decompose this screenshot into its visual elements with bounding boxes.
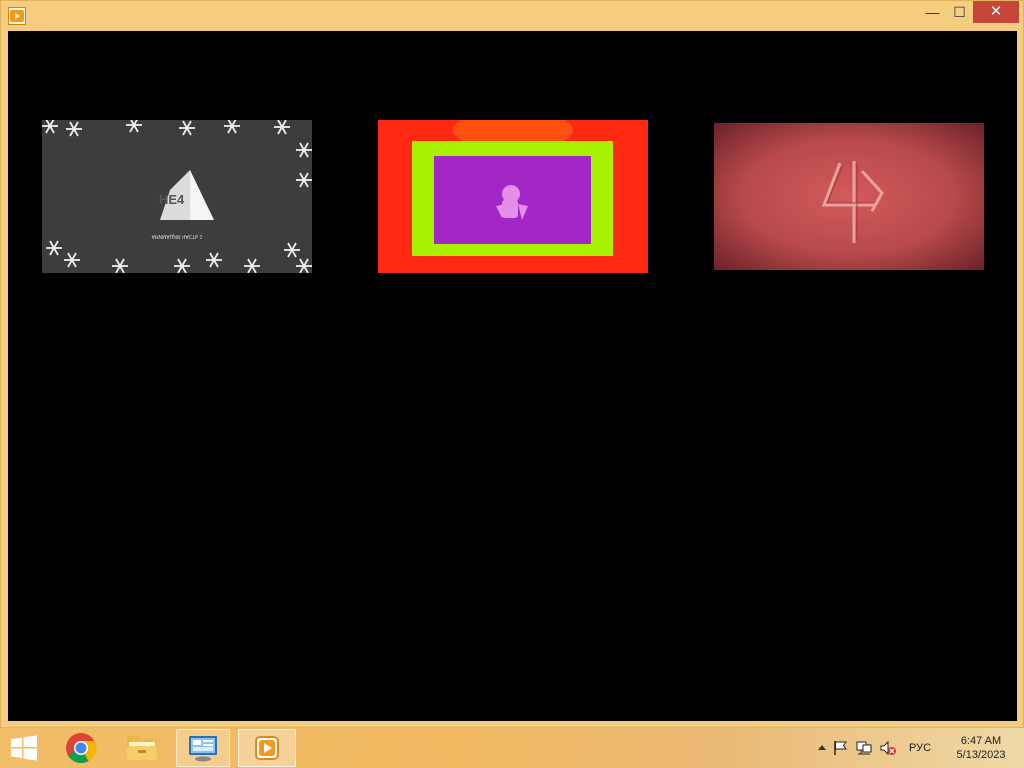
taskbar-remote-desktop[interactable]: [176, 729, 230, 767]
start-button[interactable]: [0, 729, 48, 767]
video-thumbnail-3[interactable]: [714, 123, 984, 270]
system-tray: РУС 6:47 AM 5/13/2023: [809, 728, 1024, 768]
close-button[interactable]: ✕: [973, 1, 1019, 23]
video-thumbnail-1[interactable]: НЕ4 АНИМАЦИЯ ЧАСТЬ 1: [42, 120, 312, 273]
taskbar-media-player[interactable]: [238, 729, 296, 767]
remote-desktop-icon: [189, 736, 217, 762]
maximize-button[interactable]: ☐: [946, 1, 973, 23]
nested-frames-image: [378, 120, 648, 273]
chrome-icon: [66, 733, 97, 764]
app-window: — ☐ ✕ НЕ4 АНИМАЦИЯ ЧАСТЬ 1: [0, 0, 1024, 728]
minimize-button[interactable]: —: [919, 1, 946, 23]
clock[interactable]: 6:47 AM 5/13/2023: [945, 734, 1017, 762]
input-language-indicator[interactable]: РУС: [909, 742, 931, 754]
thumbnail-caption: АНИМАЦИЯ ЧАСТЬ 1: [151, 233, 203, 239]
taskbar-chrome[interactable]: [52, 729, 110, 767]
app-icon[interactable]: [8, 7, 26, 25]
clock-time: 6:47 AM: [960, 735, 1002, 747]
play-icon: [255, 736, 279, 760]
video-thumbnail-2[interactable]: [378, 120, 648, 273]
action-center-flag-icon[interactable]: [831, 739, 849, 757]
volume-muted-icon[interactable]: [879, 739, 897, 757]
network-icon[interactable]: [855, 739, 873, 757]
windows-logo-icon: [11, 735, 37, 761]
taskbar: РУС 6:47 AM 5/13/2023: [0, 728, 1024, 768]
clock-date: 5/13/2023: [956, 749, 1006, 761]
show-hidden-icons-chevron-icon[interactable]: [813, 739, 831, 757]
video-wall: НЕ4 АНИМАЦИЯ ЧАСТЬ 1: [8, 31, 1017, 721]
title-bar[interactable]: — ☐ ✕: [1, 1, 1023, 31]
taskbar-file-explorer[interactable]: [113, 729, 171, 767]
thumbnail-logo-text: НЕ4: [159, 192, 185, 207]
woven-four-logo-image: [821, 161, 884, 243]
folder-icon: [127, 736, 157, 760]
